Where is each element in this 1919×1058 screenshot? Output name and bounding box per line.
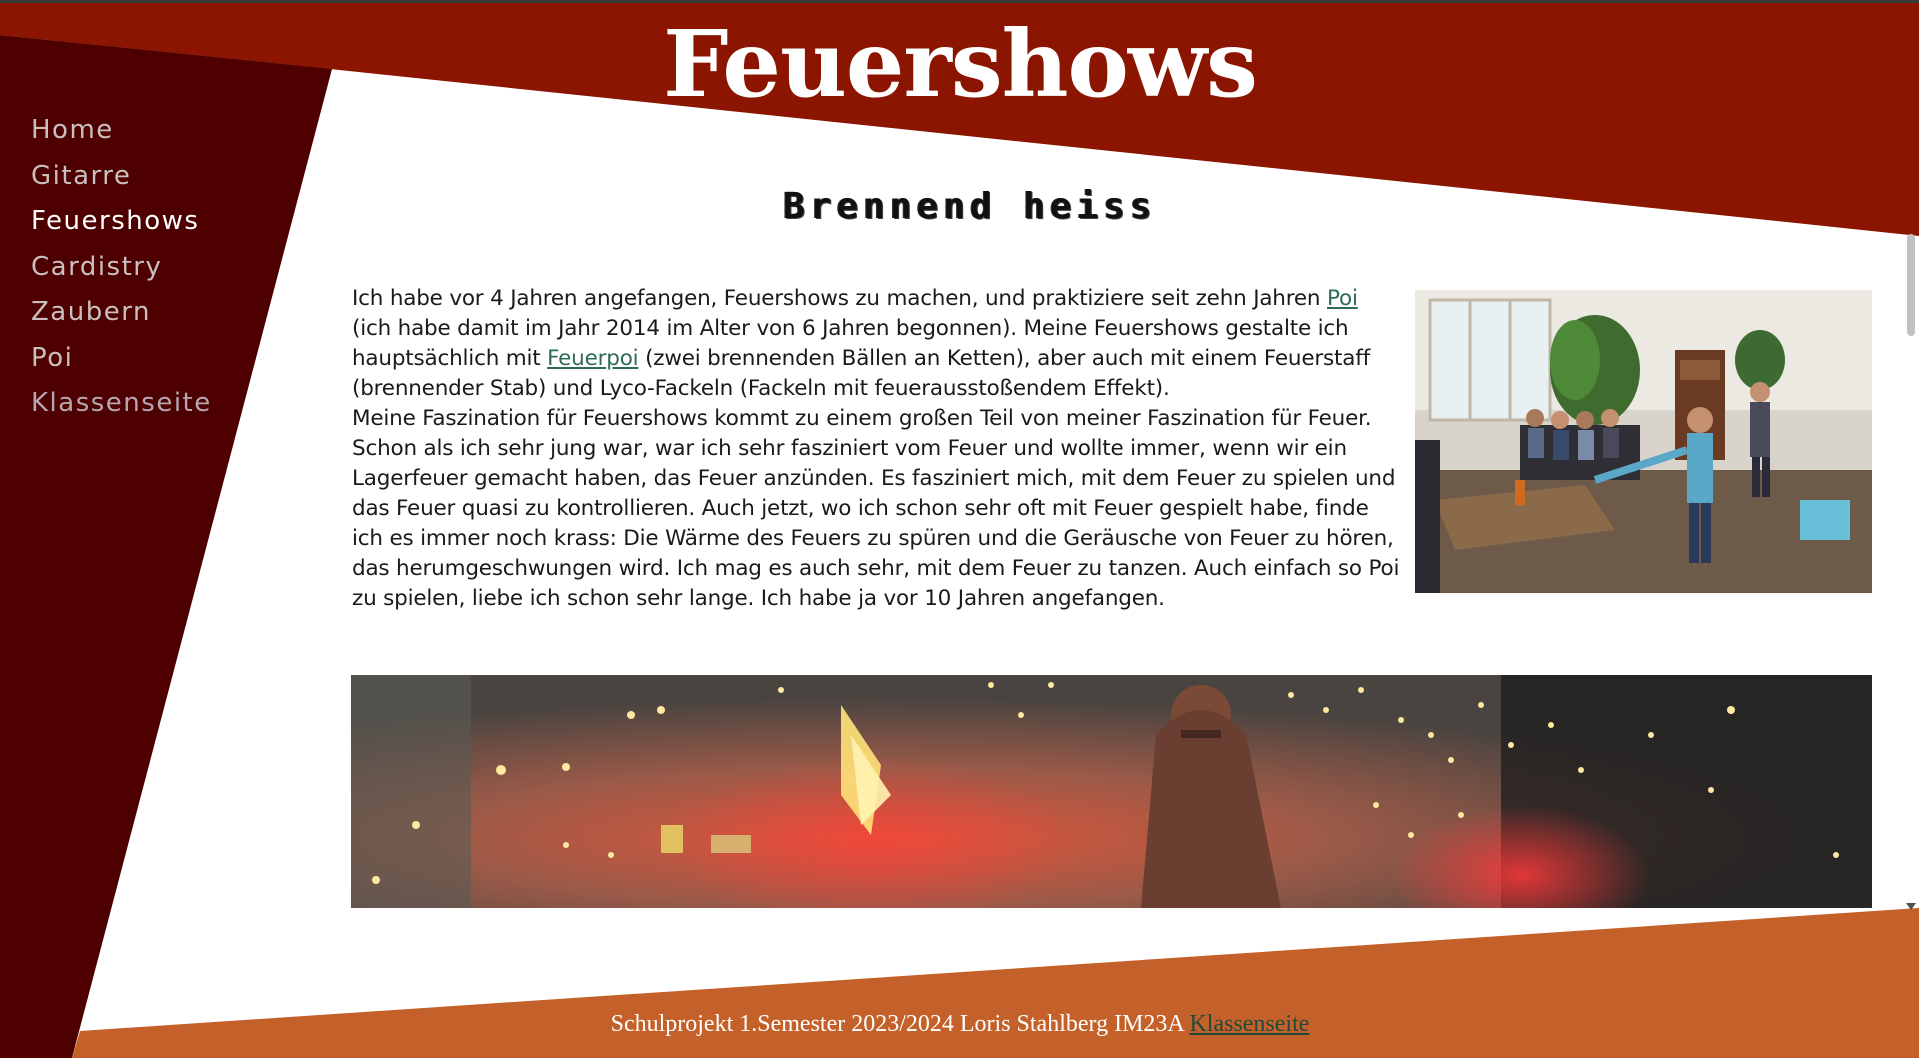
nav-item-home[interactable]: Home	[31, 108, 212, 154]
vertical-scrollbar[interactable]	[1904, 230, 1919, 910]
fire-show-photo	[351, 675, 1872, 908]
page-subtitle: Brennend heiss	[783, 186, 1157, 227]
nav-item-zaubern[interactable]: Zaubern	[31, 290, 212, 336]
scroll-down-icon[interactable]	[1906, 903, 1916, 910]
living-room-poi-photo	[1415, 290, 1872, 593]
paragraph-intro: Ich habe vor 4 Jahren angefangen, Feuers…	[352, 284, 1400, 404]
paragraph-text: Ich habe vor 4 Jahren angefangen, Feuers…	[352, 286, 1327, 311]
page-footer: Schulprojekt 1.Semester 2023/2024 Loris …	[560, 1011, 1360, 1038]
site-title: Feuershows	[663, 10, 1258, 118]
poi-link[interactable]: Poi	[1327, 286, 1358, 311]
paragraph-faszination: Meine Faszination für Feuershows kommt z…	[352, 406, 1400, 611]
nav-item-gitarre[interactable]: Gitarre	[31, 154, 212, 200]
scrollbar-thumb[interactable]	[1907, 234, 1915, 336]
main-navigation: Home Gitarre Feuershows Cardistry Zauber…	[31, 108, 212, 427]
feuerpoi-link[interactable]: Feuerpoi	[547, 346, 638, 371]
nav-item-cardistry[interactable]: Cardistry	[31, 245, 212, 291]
nav-item-poi[interactable]: Poi	[31, 336, 212, 382]
footer-klassenseite-link[interactable]: Klassenseite	[1189, 1011, 1309, 1037]
nav-item-feuershows[interactable]: Feuershows	[31, 199, 212, 245]
main-content: Ich habe vor 4 Jahren angefangen, Feuers…	[352, 284, 1400, 614]
footer-text: Schulprojekt 1.Semester 2023/2024 Loris …	[610, 1011, 1190, 1037]
nav-item-klassenseite[interactable]: Klassenseite	[31, 381, 212, 427]
